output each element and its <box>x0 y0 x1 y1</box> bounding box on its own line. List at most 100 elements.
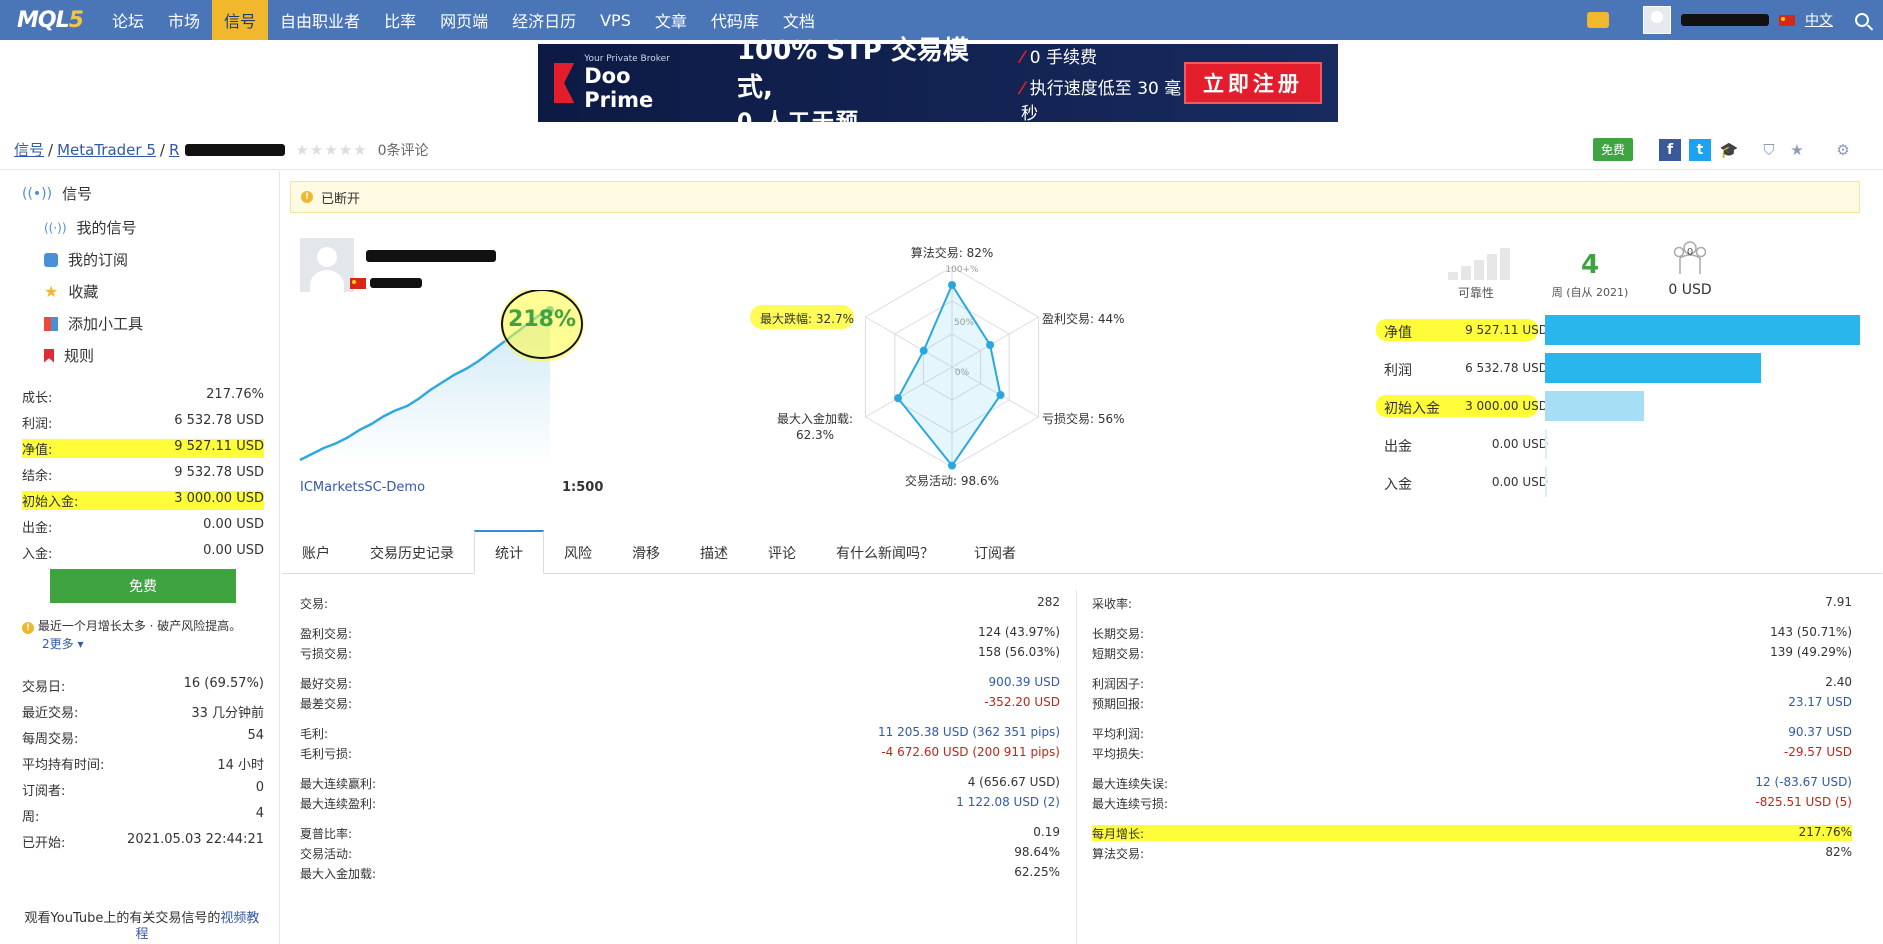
stat-label: 成长: <box>22 391 53 406</box>
review-count[interactable]: 0条评论 <box>378 140 429 160</box>
statistics-label: 毛利: <box>300 727 329 741</box>
china-flag-icon <box>350 278 366 289</box>
tab-2[interactable]: 统计 <box>474 530 544 574</box>
radar-point[interactable] <box>948 461 956 470</box>
tab-5[interactable]: 描述 <box>680 533 748 573</box>
radar-point[interactable] <box>894 394 903 403</box>
radar-point[interactable] <box>948 281 956 289</box>
nav-item-0[interactable]: 论坛 <box>100 0 156 40</box>
logo-number: 5 <box>68 7 84 33</box>
breadcrumb-mt5[interactable]: MetaTrader 5 <box>57 141 156 159</box>
tab-4[interactable]: 滑移 <box>612 533 680 573</box>
statistics-label: 每月增长: <box>1092 827 1145 841</box>
balance-bar[interactable] <box>1545 467 1547 497</box>
statistics-label: 最大连续亏损: <box>1092 797 1169 811</box>
tab-3[interactable]: 风险 <box>544 533 612 573</box>
tab-8[interactable]: 订阅者 <box>954 533 1036 573</box>
statistics-row: 夏普比率: 0.19 <box>300 825 1060 841</box>
balance-bar[interactable] <box>1545 315 1860 345</box>
nav-item-5[interactable]: 网页端 <box>428 0 500 40</box>
sidebar-item-add-widget[interactable]: 添加小工具 <box>44 313 143 334</box>
radar-point[interactable] <box>996 391 1005 399</box>
tab-0[interactable]: 账户 <box>282 533 350 573</box>
statistics-value: -4 672.60 USD (200 911 pips) <box>881 745 1060 759</box>
radar-label-profit-trades: 盈利交易: 44% <box>1042 311 1125 326</box>
more-warnings-link[interactable]: 2更多 ▾ <box>42 637 83 651</box>
stat-value: 4 <box>255 806 264 821</box>
nav-item-1[interactable]: 市场 <box>156 0 212 40</box>
balance-bar[interactable] <box>1545 353 1761 383</box>
rating-stars[interactable]: ★★★★★ <box>295 141 367 159</box>
nav-item-3[interactable]: 自由职业者 <box>268 0 372 40</box>
shield-icon[interactable]: ⛉ <box>1759 140 1779 160</box>
sidebar-item-favorites[interactable]: ★ 收藏 <box>44 281 98 302</box>
radar-point[interactable] <box>986 341 995 349</box>
user-avatar[interactable] <box>1643 6 1671 34</box>
balance-bar[interactable] <box>1545 391 1645 421</box>
redacted-author <box>370 278 422 288</box>
breadcrumb-sep: / <box>159 140 165 159</box>
nav-item-8[interactable]: 文章 <box>643 0 699 40</box>
statistics-value: 900.39 USD <box>988 675 1060 689</box>
free-subscribe-button[interactable]: 免费 <box>1592 138 1633 161</box>
statistics-label: 盈利交易: <box>300 627 353 641</box>
twitter-icon[interactable]: t <box>1689 138 1711 161</box>
radar-point[interactable] <box>919 346 928 355</box>
sidebar-free-button[interactable]: 免费 <box>50 569 236 603</box>
balance-bar-row: 出金 0.00 USD <box>1370 429 1860 459</box>
stat-value: 6 532.78 USD <box>174 413 264 428</box>
signal-actions: 免费 f t 🎓 ⛉ ★ ⚙ <box>1592 138 1883 161</box>
nav-item-7[interactable]: VPS <box>588 0 643 40</box>
radar-label-algo: 算法交易: 82% <box>911 245 994 260</box>
favorite-star-icon[interactable]: ★ <box>1787 140 1807 160</box>
ad-banner[interactable]: Your Private Broker Doo Prime 100% STP 交… <box>538 36 1338 135</box>
balance-bar-value: 6 532.78 USD <box>1465 361 1548 375</box>
breadcrumb-sep: / <box>48 140 54 159</box>
stat-row: 利润: 6 532.78 USD <box>22 413 264 432</box>
weeks-count: 4 <box>1580 250 1600 280</box>
statistics-label: 长期交易: <box>1092 627 1145 641</box>
breadcrumb-signals[interactable]: 信号 <box>14 139 44 160</box>
mql5-logo[interactable]: MQL 5 <box>0 0 100 40</box>
statistics-value: 143 (50.71%) <box>1770 625 1852 639</box>
stat-row: 订阅者: 0 <box>22 780 264 799</box>
nav-item-4[interactable]: 比率 <box>372 0 428 40</box>
sidebar-item-my-subscriptions[interactable]: 我的订阅 <box>44 249 128 270</box>
breadcrumb-signal-name[interactable]: R <box>169 141 179 159</box>
sidebar-item-my-signals[interactable]: ((·)) 我的信号 <box>44 217 137 238</box>
nav-item-6[interactable]: 经济日历 <box>500 0 588 40</box>
education-cap-icon[interactable]: 🎓 <box>1719 140 1739 160</box>
search-icon[interactable] <box>1855 13 1869 27</box>
banner-register-button[interactable]: 立即注册 <box>1183 62 1323 104</box>
facebook-icon[interactable]: f <box>1659 138 1681 161</box>
nav-item-2[interactable]: 信号 <box>212 0 269 40</box>
banner-feature-2: 执行速度低至 30 毫秒 <box>1021 74 1184 124</box>
settings-gear-icon[interactable]: ⚙ <box>1833 140 1853 160</box>
sidebar-item-rules[interactable]: 规则 <box>44 345 94 366</box>
tab-6[interactable]: 评论 <box>748 533 816 573</box>
chat-icon[interactable] <box>1587 12 1609 28</box>
tab-1[interactable]: 交易历史记录 <box>350 533 474 573</box>
stat-row: 最近交易: 33 几分钟前 <box>22 702 264 721</box>
subscription-icon <box>44 252 58 267</box>
statistics-row: 预期回报: 23.17 USD <box>1092 695 1852 711</box>
balance-bar[interactable] <box>1545 429 1547 459</box>
statistics-row: 采收率: 7.91 <box>1092 595 1852 611</box>
leverage: 1:500 <box>562 480 604 495</box>
status-text: 已断开 <box>321 191 361 207</box>
stat-value: 14 小时 <box>217 758 264 773</box>
language-link[interactable]: 中文 <box>1805 10 1833 30</box>
tab-7[interactable]: 有什么新闻吗？ <box>816 533 954 573</box>
stat-label: 利润: <box>22 417 53 432</box>
stat-label: 出金: <box>22 521 53 536</box>
balance-bar-value: 9 527.11 USD <box>1465 323 1548 337</box>
broker-server[interactable]: ICMarketsSC-Demo <box>300 480 425 495</box>
balance-bar-value: 3 000.00 USD <box>1465 399 1548 413</box>
statistics-label: 毛利亏损: <box>300 747 353 761</box>
statistics-label: 平均损失: <box>1092 747 1145 761</box>
radar-ring-100: 100+% <box>945 265 979 275</box>
stat-value: 9 532.78 USD <box>174 465 264 480</box>
statistics-row: 亏损交易: 158 (56.03%) <box>300 645 1060 661</box>
sidebar-signals-heading[interactable]: ((•)) 信号 <box>22 183 92 204</box>
statistics-label: 采收率: <box>1092 597 1133 611</box>
